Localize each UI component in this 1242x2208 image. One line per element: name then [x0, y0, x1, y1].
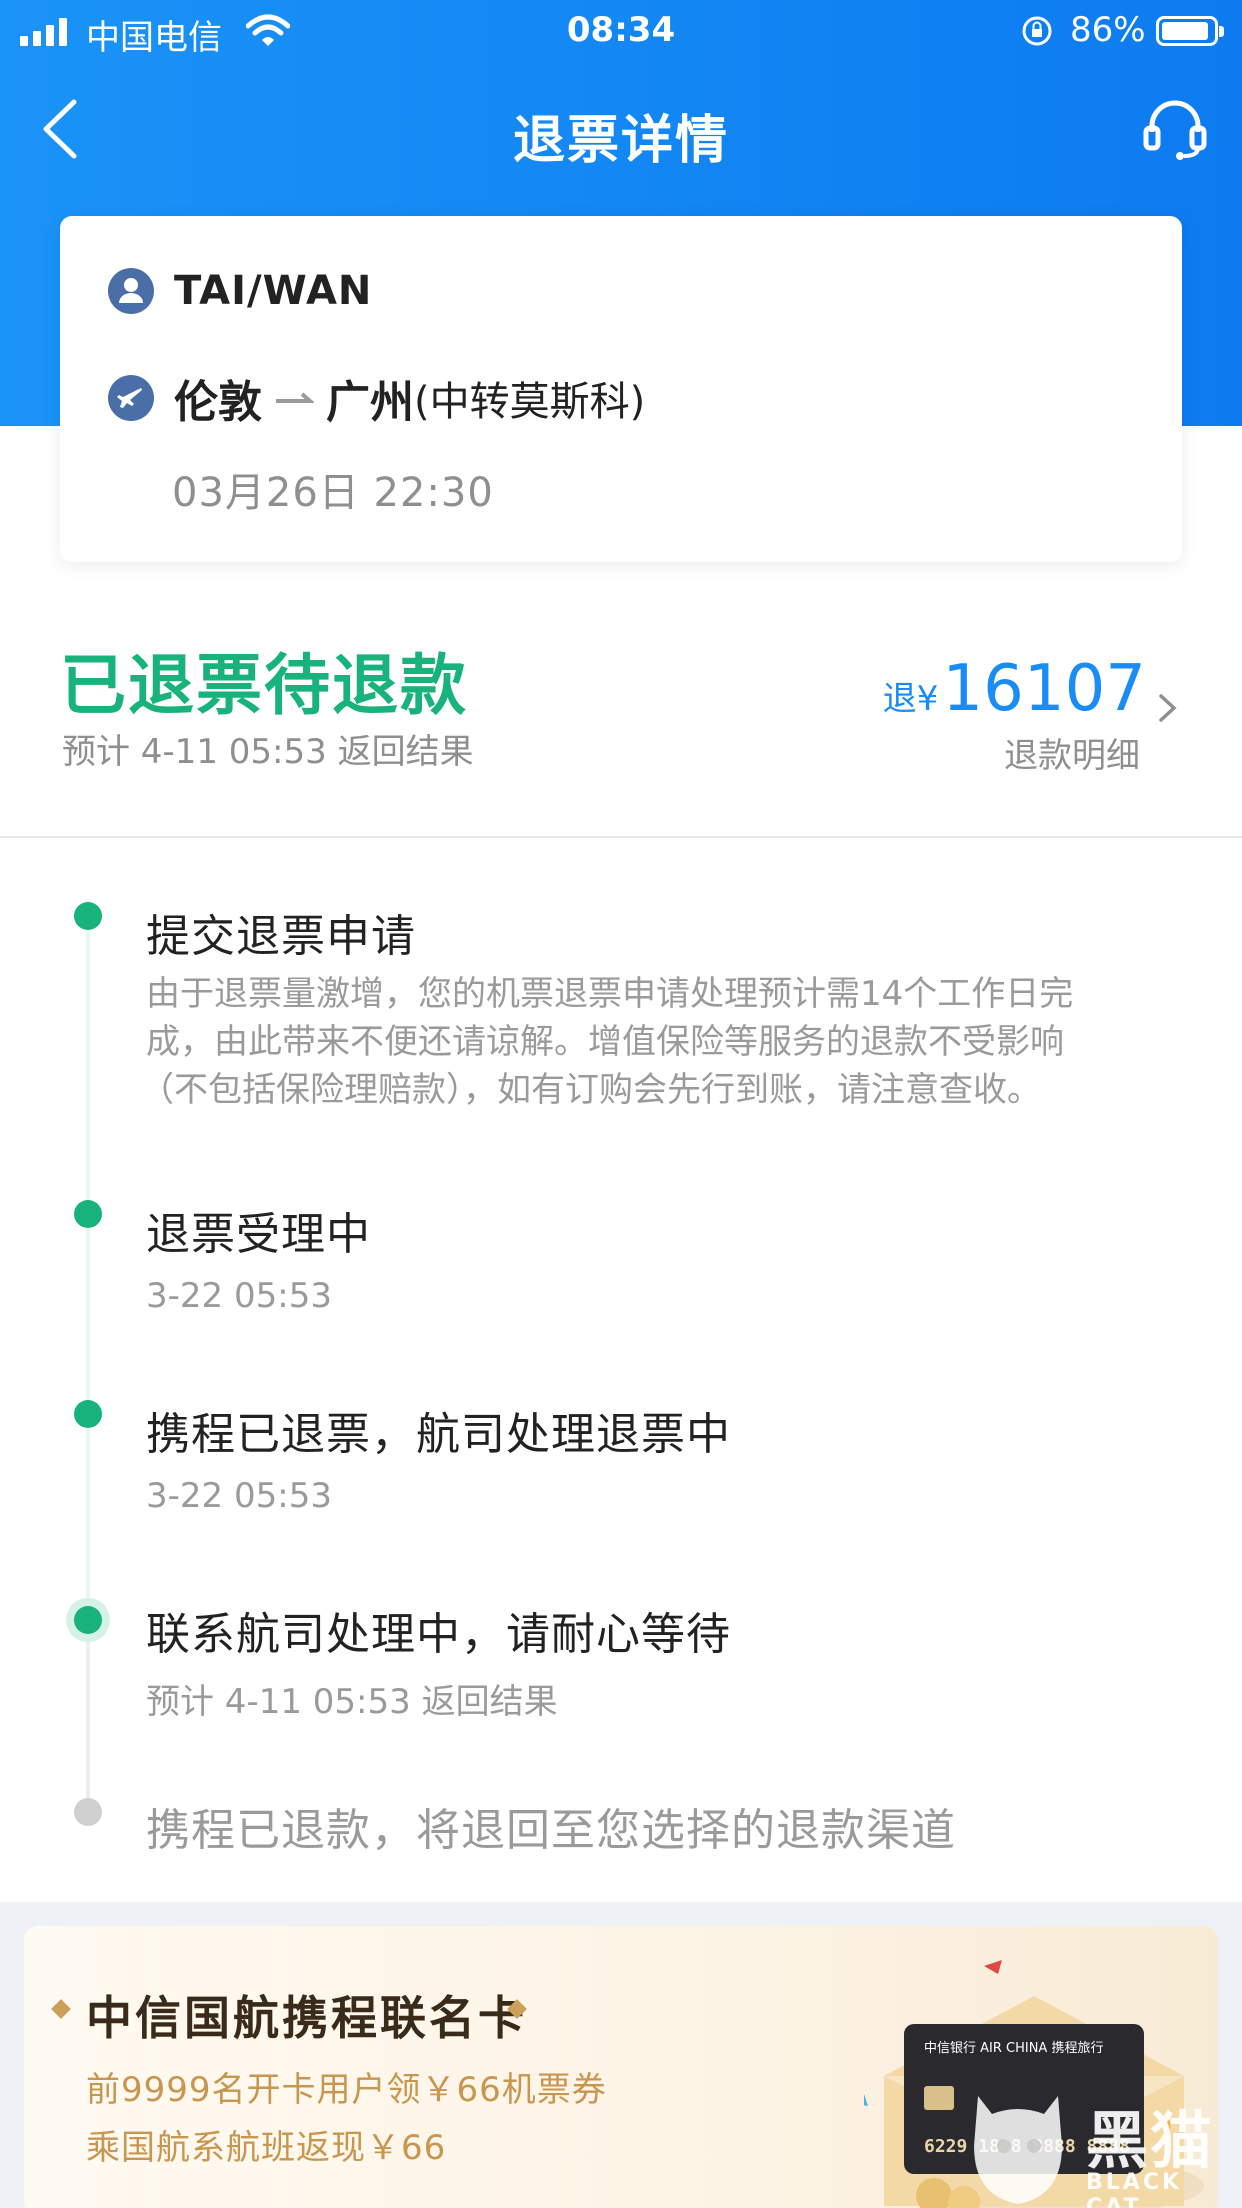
- timeline-dot: [74, 1400, 102, 1428]
- timeline-step-description: 由于退票量激增，您的机票退票申请处理预计需14个工作日完 成，由此带来不便还请谅…: [140, 970, 1156, 1114]
- status-bar: 中国电信 08:34 86%: [0, 0, 1242, 64]
- route-arrow-icon: [276, 392, 314, 403]
- timeline-step-title: 携程已退款，将退回至您选择的退款渠道: [146, 1805, 956, 1856]
- timeline-step-title: 携程已退票，航司处理退票中: [146, 1409, 731, 1460]
- flight-datetime: 03月26日 22:30: [172, 470, 494, 516]
- watermark-subtext: BLACK CAT: [1086, 2170, 1183, 2208]
- refund-detail-link[interactable]: 退款明细: [1004, 728, 1140, 777]
- description-line: 由于退票量激增，您的机票退票申请处理预计需14个工作日完: [146, 974, 1074, 1014]
- timeline-step-time: 预计 4-11 05:53 返回结果: [146, 1682, 558, 1722]
- battery-percent: 86%: [1070, 10, 1146, 50]
- timeline-line-pending: [86, 1618, 90, 1802]
- route-destination: 广州: [326, 377, 414, 428]
- route-origin: 伦敦: [174, 377, 262, 428]
- passenger-name: TAI/WAN: [174, 268, 373, 314]
- timeline-dot-pending: [74, 1798, 102, 1826]
- timeline-step-title: 联系航司处理中，请耐心等待: [146, 1609, 731, 1660]
- refund-currency: ¥: [916, 679, 939, 719]
- passenger-row: TAI/WAN: [108, 268, 372, 314]
- route-transfer: (中转莫斯科): [414, 379, 646, 425]
- timeline-step-time: 3-22 05:53: [146, 1276, 332, 1316]
- timeline-step-title: 退票受理中: [146, 1209, 371, 1260]
- section-divider: [0, 836, 1242, 838]
- refund-prefix: 退: [882, 679, 917, 719]
- timeline-step-title: 提交退票申请: [146, 911, 416, 962]
- airplane-icon: [108, 375, 154, 421]
- chevron-right-icon[interactable]: [1156, 690, 1180, 726]
- refund-status: 已退票待退款: [60, 647, 468, 724]
- promo-offer-line: 乘国航系航班返现￥66: [86, 2128, 447, 2168]
- page-title: 退票详情: [512, 111, 729, 171]
- timeline-step-time: 3-22 05:53: [146, 1476, 332, 1516]
- refund-eta: 预计 4-11 05:53 返回结果: [62, 732, 474, 772]
- route-row: 伦敦 广州 (中转莫斯科): [108, 366, 645, 430]
- timeline-dot-current: [74, 1606, 102, 1634]
- refund-amount-value: 16107: [942, 652, 1146, 726]
- description-line: 成，由此带来不便还请谅解。增值保险等服务的退款不受影响: [146, 1022, 1064, 1062]
- promo-title: 中信国航携程联名卡: [86, 1991, 527, 2045]
- description-line: （不包括保险理赔款），如有订购会先行到账，请注意查收。: [140, 1070, 1041, 1110]
- timeline-dot: [74, 902, 102, 930]
- card-logos: 中信银行 AIR CHINA 携程旅行: [924, 2040, 1103, 2056]
- headset-icon[interactable]: [1140, 94, 1210, 164]
- orientation-lock-icon: [1022, 16, 1052, 46]
- flight-card: TAI/WAN 伦敦 广州 (中转莫斯科) 03月26日 22:30: [60, 216, 1182, 562]
- refund-amount[interactable]: 退 ¥ 16107: [883, 652, 1146, 726]
- user-icon: [108, 268, 154, 314]
- promo-offer-line: 前9999名开卡用户领￥66机票券: [86, 2070, 607, 2110]
- diamond-icon: [51, 1999, 71, 2019]
- watermark-text: 黑猫: [1086, 2104, 1215, 2177]
- timeline-dot: [74, 1200, 102, 1228]
- clock: 08:34: [566, 10, 676, 50]
- battery-icon: [1156, 16, 1224, 46]
- timeline-line: [86, 910, 90, 1618]
